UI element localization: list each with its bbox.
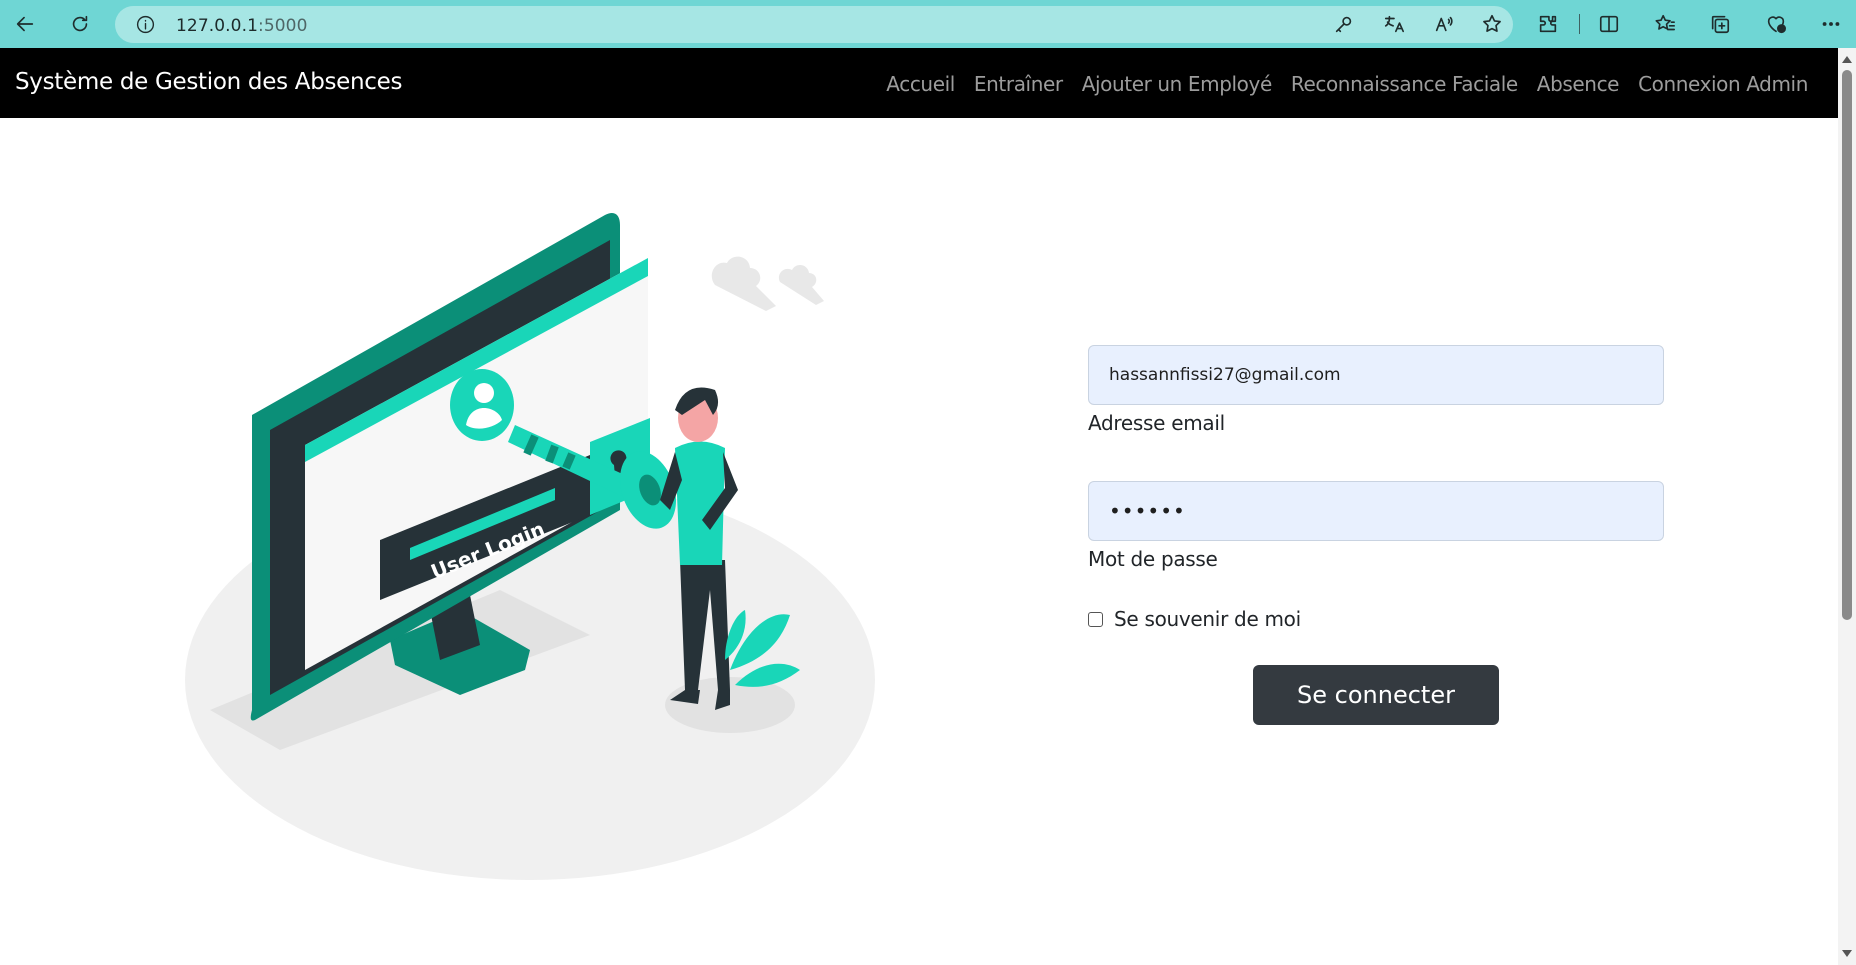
email-label: Adresse email [1088,411,1225,435]
password-label: Mot de passe [1088,547,1218,571]
login-button[interactable]: Se connecter [1253,665,1499,725]
navbar-brand[interactable]: Système de Gestion des Absences [15,69,402,95]
more-icon[interactable] [1815,8,1847,40]
nav-link-absence[interactable]: Absence [1537,72,1620,96]
extensions-icon[interactable] [1532,8,1564,40]
toolbar-separator [1579,14,1580,34]
nav-link-entrainer[interactable]: Entraîner [974,72,1063,96]
nav-link-reconnaissance-faciale[interactable]: Reconnaissance Faciale [1291,72,1518,96]
refresh-icon[interactable] [64,8,96,40]
email-field[interactable] [1088,345,1664,405]
scroll-down-icon[interactable] [1842,950,1852,957]
navbar: Système de Gestion des Absences Accueil … [0,48,1838,118]
scroll-up-icon[interactable] [1842,56,1852,63]
browser-toolbar: 127.0.0.1:5000 [0,0,1856,48]
cloud-icon [711,256,824,311]
scrollbar-thumb[interactable] [1842,70,1852,620]
remember-label: Se souvenir de moi [1114,607,1301,631]
nav-link-ajouter-employe[interactable]: Ajouter un Employé [1082,72,1273,96]
remember-checkbox[interactable] [1088,611,1103,627]
favorite-star-icon[interactable] [1481,13,1503,35]
favorites-icon[interactable] [1649,8,1681,40]
split-screen-icon[interactable] [1593,8,1625,40]
user-avatar-icon [450,369,514,441]
nav-link-accueil[interactable]: Accueil [886,72,955,96]
read-aloud-icon[interactable] [1433,13,1455,35]
page-scrollbar[interactable] [1838,48,1856,965]
info-icon[interactable] [135,14,156,35]
password-field[interactable] [1088,481,1664,541]
nav-link-connexion-admin[interactable]: Connexion Admin [1638,72,1808,96]
nav-links: Accueil Entraîner Ajouter un Employé Rec… [886,72,1808,96]
browser-essentials-icon[interactable] [1760,8,1792,40]
collections-icon[interactable] [1704,8,1736,40]
url-text[interactable]: 127.0.0.1:5000 [176,16,308,36]
translate-icon[interactable] [1383,13,1405,35]
login-form: Adresse email Mot de passe Se souvenir d… [1088,345,1664,725]
key-icon[interactable] [1333,13,1355,35]
login-illustration: User Login [170,190,890,900]
login-illustration-svg: User Login [185,213,875,880]
address-bar[interactable]: 127.0.0.1:5000 [115,6,1513,43]
back-icon[interactable] [9,8,41,40]
remember-me[interactable]: Se souvenir de moi [1088,607,1664,631]
